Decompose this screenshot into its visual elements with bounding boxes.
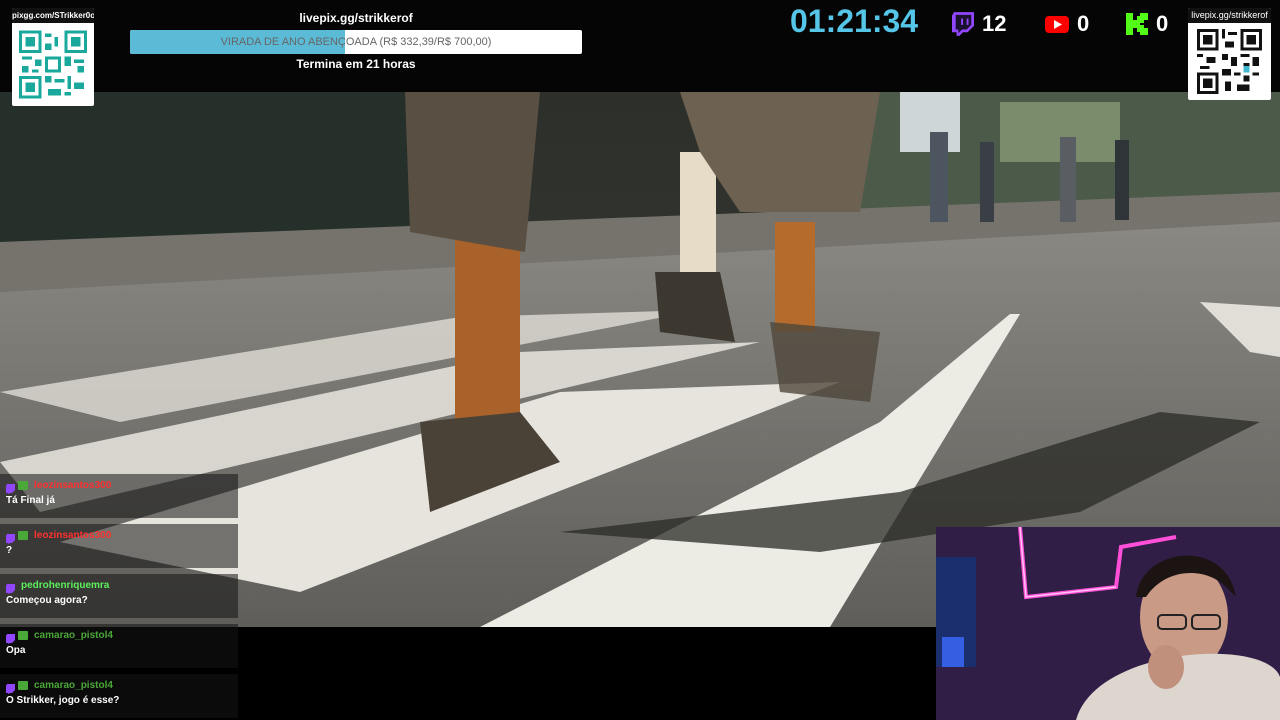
qr-code-image: [19, 29, 87, 100]
chat-header: camarao_pistol4: [6, 630, 113, 644]
twitch-icon: [952, 12, 974, 36]
pix-qr-code: pixgg.com/STrikker0of: [12, 8, 94, 106]
qr-code-image: [1195, 29, 1264, 94]
chat-text: Tá Final já: [6, 495, 55, 506]
twitch-viewer-counter: 12: [952, 10, 1006, 38]
subscriber-badge-icon: [18, 631, 28, 640]
chat-message: leozinsantos300 ?: [0, 524, 238, 568]
kick-viewer-count: 0: [1156, 11, 1169, 36]
youtube-icon: [1045, 15, 1069, 33]
donation-goal-bar: VIRADA DE ANO ABENÇOADA (R$ 332,39/R$ 70…: [130, 30, 582, 54]
webcam-feed: [936, 527, 1280, 720]
youtube-viewer-count: 0: [1077, 11, 1090, 36]
streamer-webcam: [936, 527, 1280, 720]
chat-message: camarao_pistol4 O Strikker, jogo é esse?: [0, 674, 238, 718]
chat-text: O Strikker, jogo é esse?: [6, 695, 120, 706]
chat-message: pedrohenriquemra Começou agora?: [0, 574, 238, 618]
chat-text: ?: [6, 545, 13, 556]
chat-username: camarao_pistol4: [34, 630, 113, 641]
livepix-qr-code: livepix.gg/strikkerof: [1188, 8, 1271, 100]
goal-url: livepix.gg/strikkerof: [299, 11, 413, 25]
livepix-qr-label: livepix.gg/strikkerof: [1188, 8, 1271, 23]
chat-username: camarao_pistol4: [34, 680, 113, 691]
chat-username: leozinsantos300: [34, 530, 112, 541]
twitch-badge-icon: [6, 531, 15, 544]
subscriber-badge-icon: [18, 531, 28, 540]
twitch-badge-icon: [6, 581, 15, 594]
pix-qr-label: pixgg.com/STrikker0of: [12, 8, 94, 23]
chat-header: leozinsantos300: [6, 530, 112, 544]
chat-text: Opa: [6, 645, 26, 656]
subscriber-badge-icon: [18, 481, 28, 490]
twitch-viewer-count: 12: [982, 11, 1007, 36]
goal-text: VIRADA DE ANO ABENÇOADA (R$ 332,39/R$ 70…: [220, 36, 492, 48]
chat-header: camarao_pistol4: [6, 680, 113, 694]
chat-message: leozinsantos300 Tá Final já: [0, 474, 238, 518]
chat-text: Começou agora?: [6, 595, 88, 606]
chat-header: pedrohenriquemra: [6, 580, 110, 594]
goal-ends-label: Termina em 21 horas: [296, 57, 416, 71]
chat-username: pedrohenriquemra: [21, 580, 110, 591]
chat-header: leozinsantos300: [6, 480, 112, 494]
chat-message: camarao_pistol4 Opa: [0, 624, 238, 668]
subscriber-badge-icon: [18, 681, 28, 690]
youtube-viewer-counter: 0: [1045, 10, 1089, 38]
chat-username: leozinsantos300: [34, 480, 112, 491]
twitch-badge-icon: [6, 481, 15, 494]
twitch-badge-icon: [6, 681, 15, 694]
kick-icon: [1126, 13, 1148, 35]
twitch-badge-icon: [6, 631, 15, 644]
kick-viewer-counter: 0: [1126, 10, 1168, 38]
stream-timer: 01:21:34: [790, 3, 919, 39]
